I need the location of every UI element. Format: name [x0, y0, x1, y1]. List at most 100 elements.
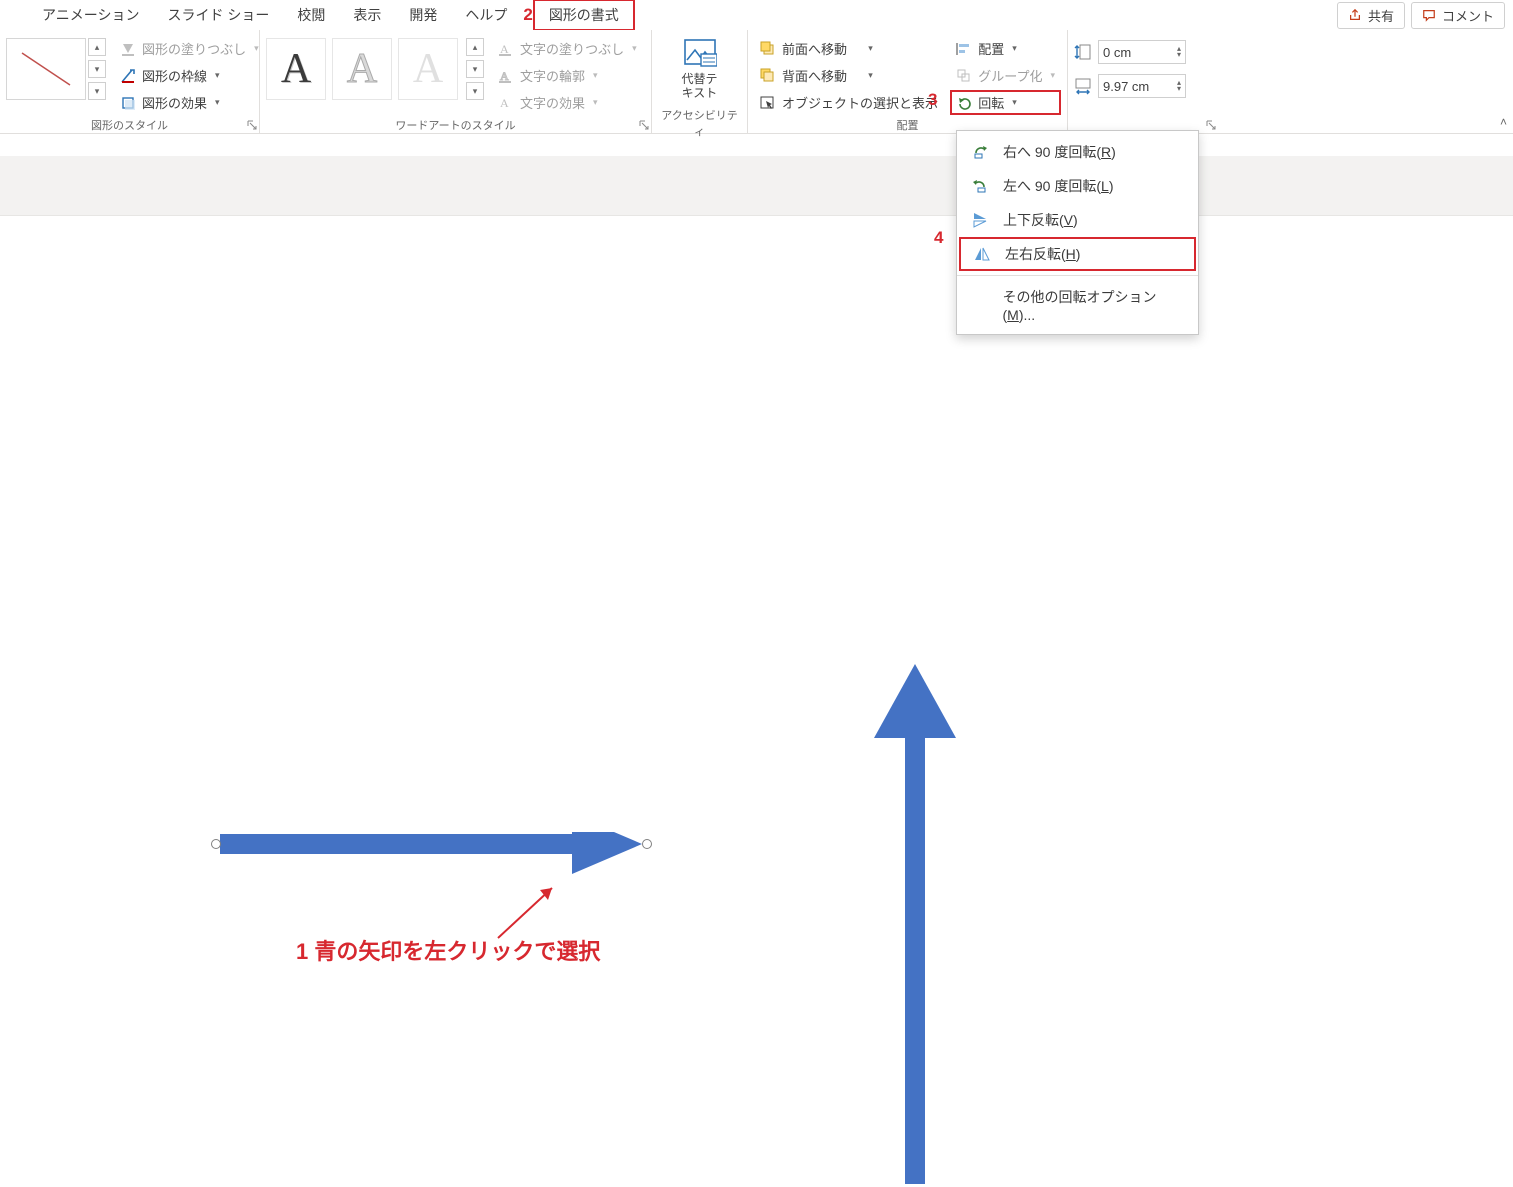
group-arrange: 前面へ移動 ▾ 背面へ移動 ▾ オブジェクトの選択と表示 配置▾ [748, 30, 1068, 133]
gallery-down[interactable]: ▾ [88, 60, 106, 78]
selection-pane-button[interactable]: オブジェクトの選択と表示 [754, 90, 942, 115]
send-backward-button[interactable]: 背面へ移動 ▾ [754, 63, 942, 88]
width-steppers[interactable]: ▴▾ [1177, 80, 1181, 92]
height-steppers[interactable]: ▴▾ [1177, 46, 1181, 58]
rotate-icon [956, 95, 972, 111]
shape-style-gallery-scroll: ▴ ▾ ▾ [88, 38, 106, 100]
rotate-left-label: 左へ 90 度回転(L) [1003, 176, 1113, 196]
group-objects-button: グループ化▾ [950, 63, 1061, 88]
text-fill-label: 文字の塗りつぶし [520, 39, 624, 58]
group-objects-label: グループ化 [978, 66, 1042, 85]
shape-outline-button[interactable]: 図形の枠線▾ [114, 63, 265, 88]
wordart-style-3[interactable]: A [398, 38, 458, 100]
comment-button[interactable]: コメント [1411, 2, 1505, 29]
text-effects-label: 文字の効果 [520, 93, 585, 112]
tab-slideshow[interactable]: スライド ショー [153, 1, 283, 29]
width-icon [1074, 77, 1092, 95]
rotate-label: 回転 [978, 93, 1004, 112]
height-spinner[interactable]: 0 cm ▴▾ [1074, 40, 1186, 64]
more-rotation-options[interactable]: その他の回転オプション(M)... [957, 280, 1198, 330]
shape-effects-button[interactable]: 図形の効果▾ [114, 90, 265, 115]
width-value: 9.97 cm [1103, 79, 1149, 94]
tab-animation[interactable]: アニメーション [28, 1, 153, 29]
blue-up-arrow-shape[interactable] [870, 664, 960, 1187]
shape-style-gallery[interactable] [6, 38, 86, 100]
wordart-up[interactable]: ▴ [466, 38, 484, 56]
align-label: 配置 [978, 39, 1004, 58]
share-icon [1348, 8, 1362, 22]
alt-text-label-1: 代替テ [681, 72, 717, 86]
workspace-margin [0, 156, 1513, 216]
selection-pane-label: オブジェクトの選択と表示 [782, 93, 938, 112]
text-outline-icon: A [498, 68, 514, 84]
collapse-ribbon[interactable]: ˄ [1500, 115, 1507, 129]
wordart-gallery-scroll: ▴ ▾ ▾ [466, 38, 484, 100]
rotate-menu: 右へ 90 度回転(R) 左へ 90 度回転(L) 上下反転(V) 左右反転(H… [956, 130, 1199, 335]
outline-icon [120, 68, 136, 84]
group-shape-styles: ▴ ▾ ▾ 図形の塗りつぶし▾ 図形の枠線▾ 図形の効果▾ [0, 30, 260, 133]
alt-text-label-2: キスト [682, 86, 718, 100]
tab-developer[interactable]: 開発 [395, 1, 451, 29]
shape-fill-button[interactable]: 図形の塗りつぶし▾ [114, 36, 265, 61]
flip-vertical-label: 上下反転(V) [1003, 210, 1078, 230]
rotate-left-90[interactable]: 左へ 90 度回転(L) [957, 169, 1198, 203]
fill-icon [120, 41, 136, 57]
dialog-launcher-size[interactable] [1204, 118, 1217, 131]
menu-separator [957, 275, 1198, 276]
group-size: 0 cm ▴▾ 9.97 cm ▴▾ [1068, 30, 1218, 133]
shape-handle-start[interactable] [211, 839, 221, 849]
flip-vertical[interactable]: 上下反転(V) [957, 203, 1198, 237]
line-preview-icon [16, 47, 76, 91]
wordart-more[interactable]: ▾ [466, 82, 484, 100]
rotate-right-90[interactable]: 右へ 90 度回転(R) [957, 135, 1198, 169]
tab-review[interactable]: 校閲 [283, 1, 339, 29]
annotation-4: 4 [934, 228, 943, 248]
tab-help[interactable]: ヘルプ [451, 1, 521, 29]
send-backward-label: 背面へ移動 [782, 66, 847, 85]
align-button[interactable]: 配置▾ [950, 36, 1061, 61]
share-label: 共有 [1368, 6, 1394, 25]
share-button[interactable]: 共有 [1337, 2, 1405, 29]
text-effects-icon: A [498, 95, 514, 111]
tab-shape-format[interactable]: 図形の書式 [533, 0, 635, 31]
shape-handle-end[interactable] [642, 839, 652, 849]
width-spinner[interactable]: 9.97 cm ▴▾ [1074, 74, 1186, 98]
bring-forward-icon [760, 41, 776, 57]
group-icon [956, 68, 972, 84]
annotation-1-text: 1 青の矢印を左クリックで選択 [296, 934, 600, 966]
send-backward-icon [760, 68, 776, 84]
rotate-button[interactable]: 回転▾ [950, 90, 1061, 115]
dialog-launcher-shape-styles[interactable] [245, 118, 258, 131]
text-fill-button: A 文字の塗りつぶし▾ [492, 36, 643, 61]
annotation-2: 2 [523, 5, 532, 25]
group-accessibility: 代替テ キスト アクセシビリティ [652, 30, 748, 133]
flip-horizontal[interactable]: 左右反転(H) [959, 237, 1196, 271]
tab-view[interactable]: 表示 [339, 1, 395, 29]
gallery-more[interactable]: ▾ [88, 82, 106, 100]
svg-text:A: A [500, 69, 509, 83]
wordart-style-1[interactable]: A [266, 38, 326, 100]
flip-horizontal-label: 左右反転(H) [1005, 244, 1080, 264]
text-outline-label: 文字の輪郭 [520, 66, 585, 85]
bring-forward-button[interactable]: 前面へ移動 ▾ [754, 36, 942, 61]
rotate-left-icon [971, 177, 989, 195]
ribbon: ▴ ▾ ▾ 図形の塗りつぶし▾ 図形の枠線▾ 図形の効果▾ [0, 30, 1513, 134]
effects-icon [120, 95, 136, 111]
rotate-right-label: 右へ 90 度回転(R) [1003, 142, 1116, 162]
group-label-wordart: ワードアートのスタイル [266, 115, 645, 136]
dialog-launcher-wordart[interactable] [637, 118, 650, 131]
group-label-shape-styles: 図形のスタイル [6, 115, 253, 136]
wordart-style-2[interactable]: A [332, 38, 392, 100]
selection-pane-icon [760, 95, 776, 111]
annotation-3: 3 [928, 90, 937, 110]
shape-outline-label: 図形の枠線 [142, 66, 207, 85]
gallery-up[interactable]: ▴ [88, 38, 106, 56]
blue-right-arrow-shape[interactable] [212, 832, 652, 915]
flip-horizontal-icon [973, 245, 991, 263]
shape-fill-label: 図形の塗りつぶし [142, 39, 246, 58]
alt-text-button[interactable]: 代替テ キスト [672, 34, 728, 105]
rotate-right-icon [971, 143, 989, 161]
wordart-down[interactable]: ▾ [466, 60, 484, 78]
more-rotation-label: その他の回転オプション(M)... [1003, 287, 1185, 323]
height-value: 0 cm [1103, 45, 1131, 60]
